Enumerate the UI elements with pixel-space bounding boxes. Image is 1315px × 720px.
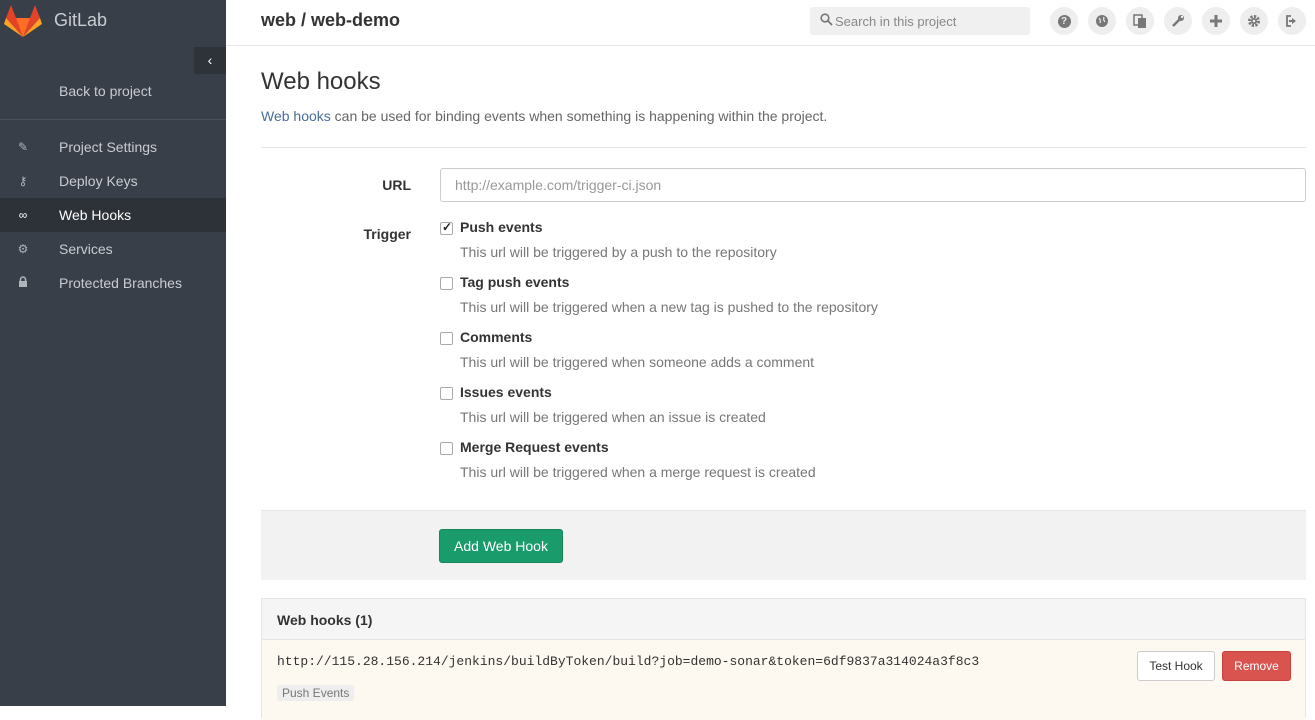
sidebar-item-label: Services: [59, 241, 113, 257]
issues-events-checkbox[interactable]: [440, 387, 453, 400]
sidebar-divider: [0, 119, 226, 120]
sidebar-item-web-hooks[interactable]: ∞ Web Hooks: [0, 198, 226, 232]
form-actions: Add Web Hook: [261, 510, 1306, 580]
trigger-description: This url will be triggered when a merge …: [460, 464, 816, 480]
wrench-icon: [1172, 15, 1184, 27]
sidebar-item-label: Project Settings: [59, 139, 158, 155]
trigger-title[interactable]: Tag push events: [460, 274, 569, 290]
copy-icon: [1133, 14, 1146, 28]
web-hooks-panel: Web hooks (1) http://115.28.156.214/jenk…: [261, 598, 1306, 720]
tag-push-events-checkbox[interactable]: [440, 277, 453, 290]
panel-title: Web hooks (1): [277, 612, 373, 628]
web-hooks-help-link[interactable]: Web hooks: [261, 108, 331, 124]
trigger-description: This url will be triggered when someone …: [460, 354, 815, 370]
sign-out-button[interactable]: [1278, 7, 1306, 35]
help-icon: ?: [1057, 15, 1071, 29]
sign-out-icon: [1286, 15, 1296, 27]
intro-description: can be used for binding events when some…: [330, 108, 828, 124]
gitlab-logo-icon: [4, 5, 42, 37]
sidebar-item-services[interactable]: ⚙ Services: [0, 232, 226, 266]
settings-button[interactable]: [1240, 7, 1268, 35]
sidebar-item-label: Web Hooks: [59, 207, 132, 223]
plus-icon: [1210, 15, 1222, 27]
key-icon: ⚷: [18, 174, 28, 188]
search-box[interactable]: [810, 7, 1030, 35]
search-input[interactable]: [835, 7, 1025, 35]
brand[interactable]: GitLab: [0, 0, 226, 46]
trigger-title[interactable]: Merge Request events: [460, 439, 609, 455]
sidebar-item-deploy-keys[interactable]: ⚷ Deploy Keys: [0, 164, 226, 198]
sidebar: GitLab ‹ Back to project ✎ Project Setti…: [0, 0, 226, 706]
lock-icon: [15, 266, 31, 300]
gear-icon: [1248, 15, 1260, 27]
collapse-sidebar-button[interactable]: ‹: [194, 47, 226, 74]
sidebar-item-protected-branches[interactable]: Protected Branches: [0, 266, 226, 300]
page-title: Web hooks: [261, 68, 381, 95]
brand-name: GitLab: [54, 10, 108, 30]
edit-icon: ✎: [17, 140, 29, 154]
top-header: web / web-demo ?: [226, 0, 1315, 46]
globe-icon: [1096, 15, 1108, 27]
admin-button[interactable]: [1164, 7, 1192, 35]
trigger-label: Trigger: [363, 226, 411, 242]
link-icon: ∞: [18, 208, 28, 222]
divider: [261, 147, 1306, 148]
sidebar-item-label: Deploy Keys: [59, 173, 138, 189]
chevron-left-icon: ‹: [207, 52, 213, 68]
event-badge: Push Events: [277, 685, 355, 701]
trigger-title[interactable]: Push events: [460, 219, 542, 235]
back-to-project-link[interactable]: Back to project: [59, 83, 152, 99]
trigger-description: This url will be triggered when an issue…: [460, 409, 766, 425]
url-input[interactable]: [440, 168, 1306, 202]
remove-hook-button[interactable]: Remove: [1222, 651, 1291, 681]
hook-url: http://115.28.156.214/jenkins/buildByTok…: [277, 654, 980, 669]
sidebar-nav: ✎ Project Settings ⚷ Deploy Keys ∞ Web H…: [0, 130, 226, 300]
new-project-button[interactable]: [1202, 7, 1230, 35]
trigger-description: This url will be triggered by a push to …: [460, 244, 777, 260]
panel-heading: Web hooks (1): [262, 599, 1305, 640]
test-hook-button[interactable]: Test Hook: [1137, 651, 1215, 681]
trigger-title[interactable]: Issues events: [460, 384, 552, 400]
comments-checkbox[interactable]: [440, 332, 453, 345]
cogs-icon: ⚙: [17, 242, 29, 256]
url-label: URL: [382, 177, 411, 193]
trigger-description: This url will be triggered when a new ta…: [460, 299, 878, 315]
sidebar-item-label: Protected Branches: [59, 275, 182, 291]
add-web-hook-button[interactable]: Add Web Hook: [439, 529, 563, 563]
explore-button[interactable]: [1088, 7, 1116, 35]
merge-request-events-checkbox[interactable]: [440, 442, 453, 455]
help-button[interactable]: ?: [1050, 7, 1078, 35]
sidebar-item-project-settings[interactable]: ✎ Project Settings: [0, 130, 226, 164]
search-icon: [820, 13, 833, 26]
push-events-checkbox[interactable]: [440, 220, 453, 235]
trigger-title[interactable]: Comments: [460, 329, 532, 345]
project-path[interactable]: web / web-demo: [261, 10, 400, 31]
hook-item: http://115.28.156.214/jenkins/buildByTok…: [262, 640, 1305, 720]
snippets-button[interactable]: [1126, 7, 1154, 35]
intro-text: Web hooks can be used for binding events…: [261, 108, 827, 124]
